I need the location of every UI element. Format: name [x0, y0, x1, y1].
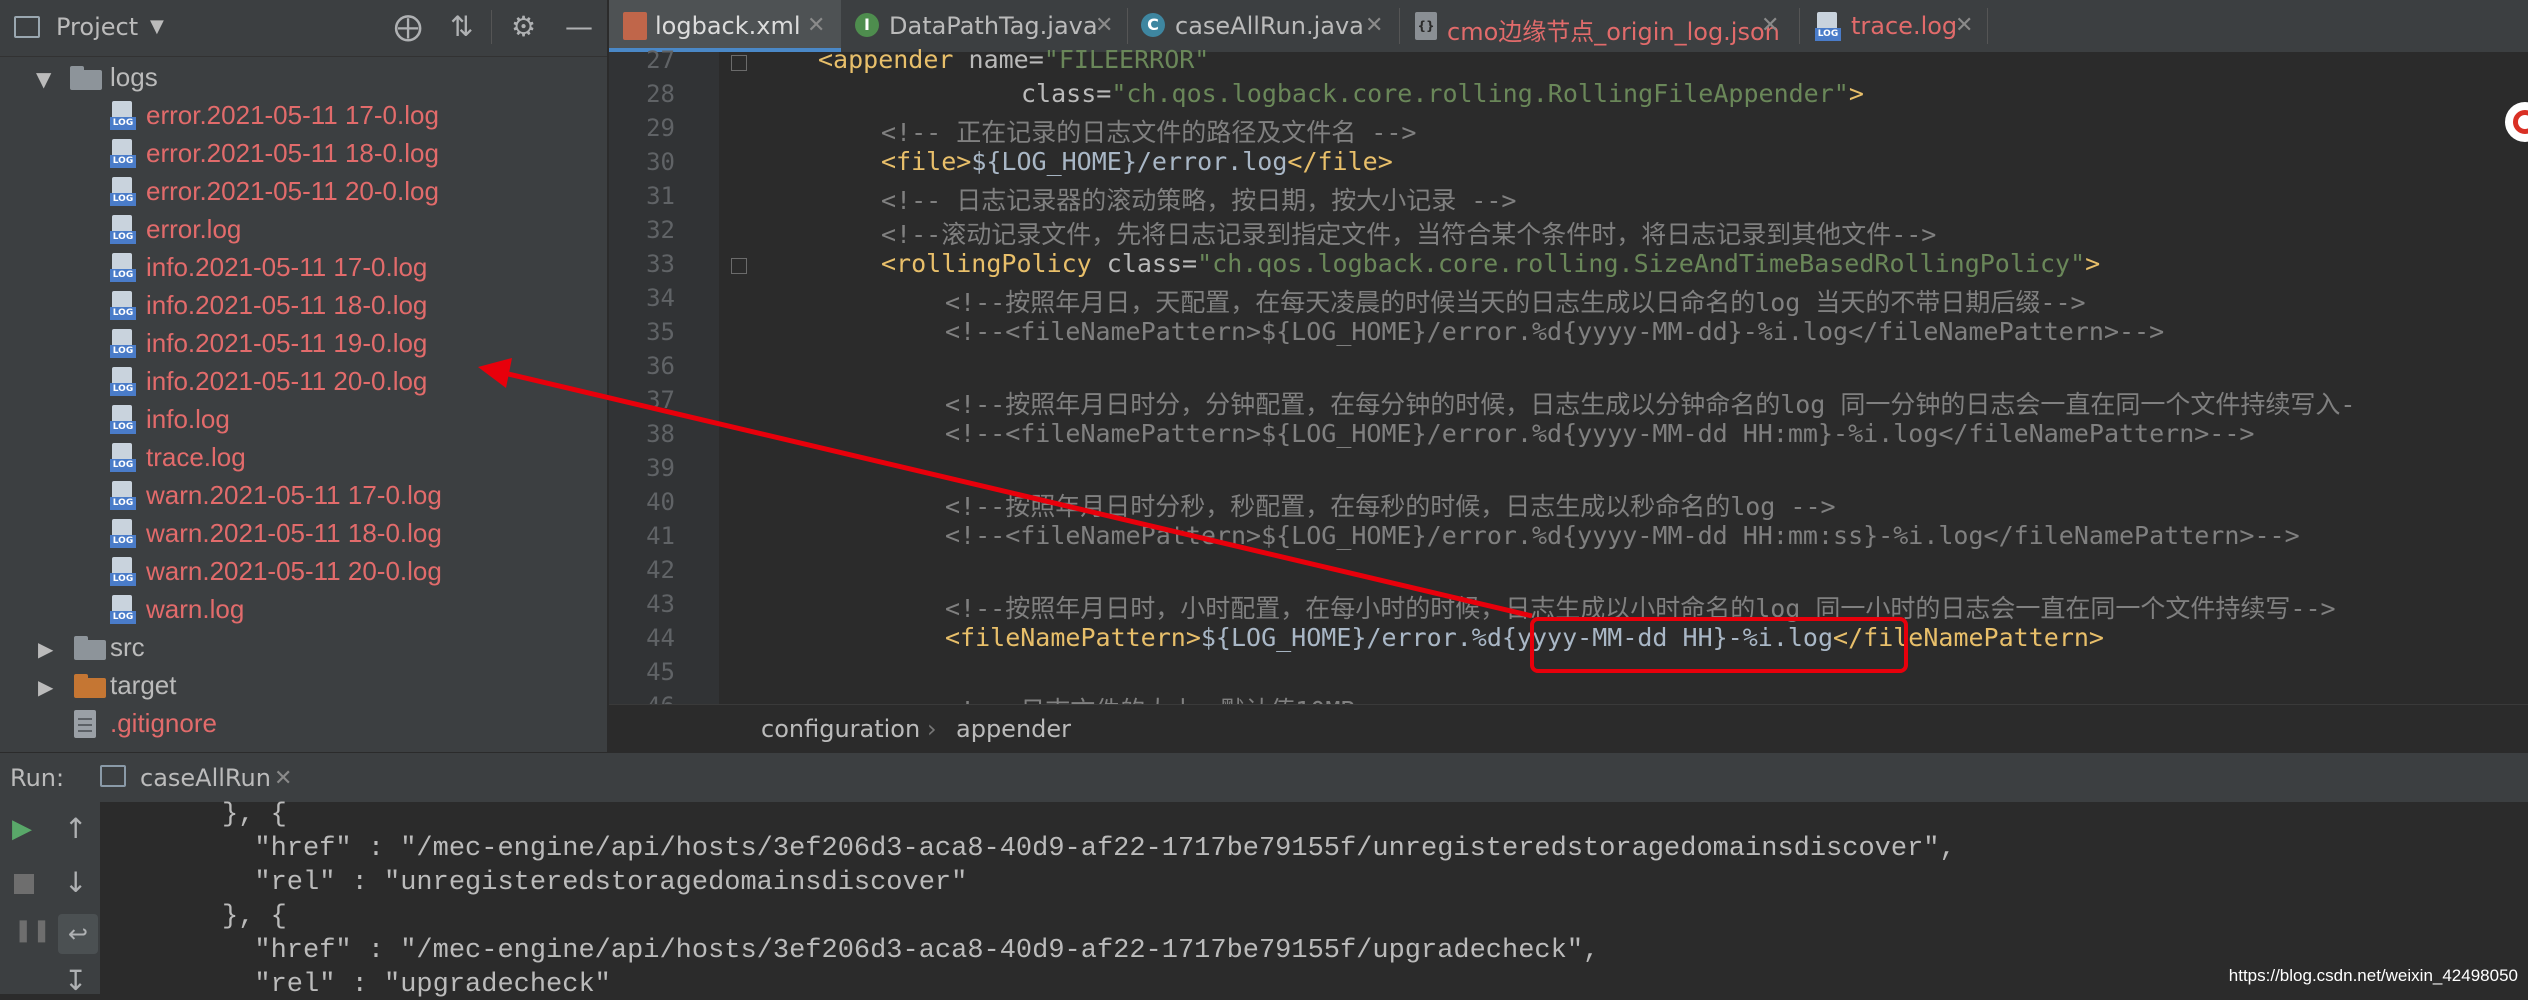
arrow-line: [499, 369, 1533, 619]
annotation-arrow: [478, 358, 1533, 619]
arrowhead: [478, 358, 512, 388]
